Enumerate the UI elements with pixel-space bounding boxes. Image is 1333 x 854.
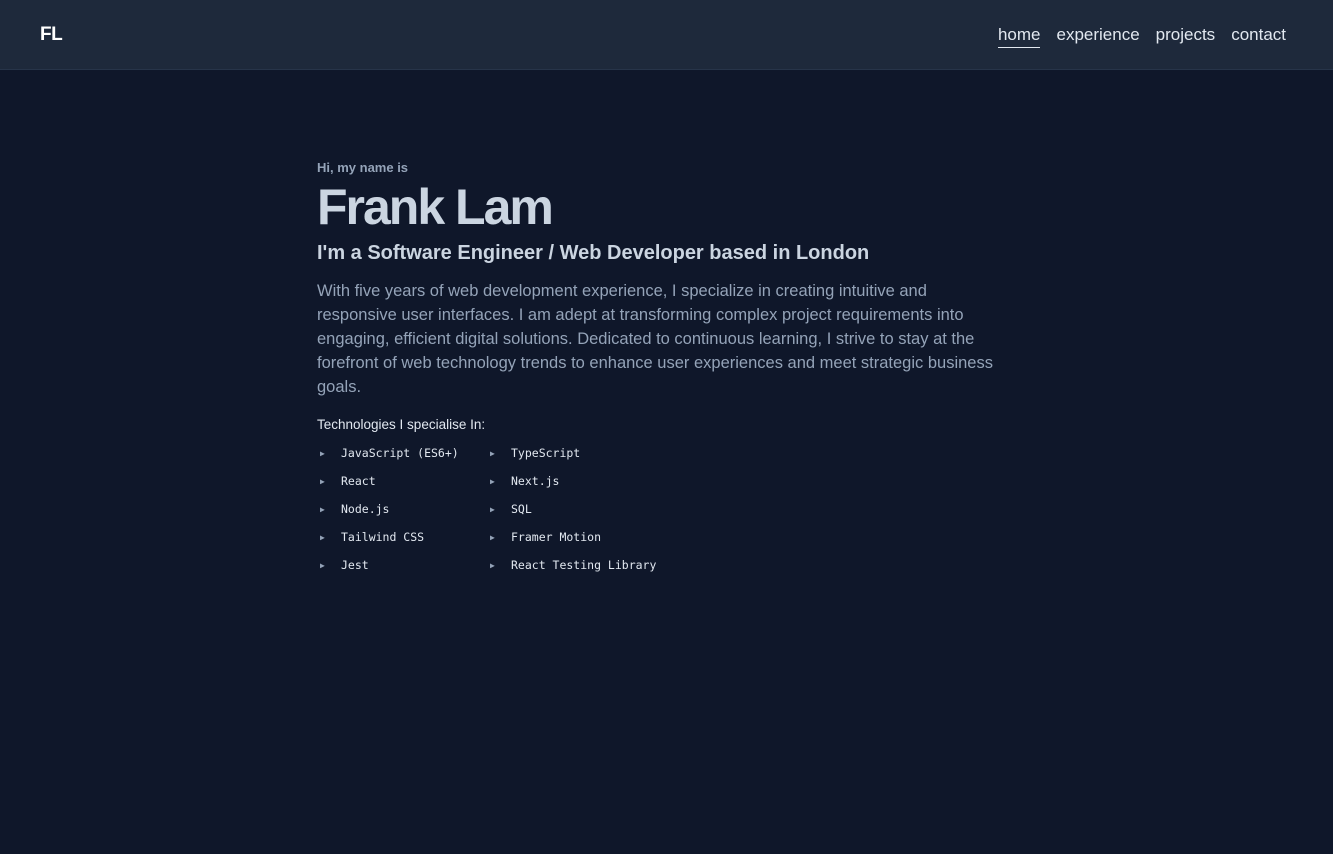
- triangle-right-icon: ▶: [490, 560, 495, 570]
- hero-tagline: I'm a Software Engineer / Web Developer …: [317, 242, 870, 264]
- greeting-text: Hi, my name is: [317, 160, 409, 175]
- nav-home-link[interactable]: home: [997, 25, 1041, 48]
- hero-name: Frank Lam: [317, 179, 554, 235]
- triangle-right-icon: ▶: [490, 532, 495, 542]
- tech-label: React Testing Library: [511, 558, 657, 572]
- triangle-right-icon: ▶: [320, 476, 325, 486]
- triangle-right-icon: ▶: [490, 448, 495, 458]
- tech-item: ▶ JavaScript (ES6+): [317, 444, 487, 462]
- hero-bio: With five years of web development exper…: [317, 282, 993, 396]
- triangle-right-icon: ▶: [490, 504, 495, 514]
- tech-label: Tailwind CSS: [341, 530, 425, 544]
- tech-item: ▶ React: [317, 472, 487, 490]
- nav-experience-link[interactable]: experience: [1056, 25, 1139, 48]
- nav-projects-link[interactable]: projects: [1156, 25, 1216, 48]
- tech-label: JavaScript (ES6+): [341, 446, 459, 460]
- tech-label: SQL: [511, 502, 532, 516]
- main-nav: home experience projects contact: [997, 25, 1286, 48]
- tech-item: ▶ SQL: [487, 500, 687, 518]
- tech-label: Jest: [341, 558, 369, 572]
- tech-label: Framer Motion: [511, 530, 602, 544]
- tech-item: ▶ Framer Motion: [487, 528, 687, 546]
- technologies-heading: Technologies I specialise In:: [317, 417, 486, 432]
- tech-label: Node.js: [341, 502, 390, 516]
- nav-contact-link[interactable]: contact: [1231, 25, 1286, 48]
- triangle-right-icon: ▶: [320, 504, 325, 514]
- tech-label: Next.js: [511, 474, 560, 488]
- hero-section: Hi, my name is Frank Lam I'm a Software …: [317, 160, 1017, 574]
- top-navbar: FL home experience projects contact: [0, 0, 1333, 70]
- triangle-right-icon: ▶: [320, 448, 325, 458]
- tech-item: ▶ React Testing Library: [487, 556, 687, 574]
- logo[interactable]: FL: [40, 24, 63, 46]
- tech-item: ▶ TypeScript: [487, 444, 687, 462]
- triangle-right-icon: ▶: [320, 532, 325, 542]
- tech-item: ▶ Node.js: [317, 500, 487, 518]
- tech-item: ▶ Next.js: [487, 472, 687, 490]
- tech-item: ▶ Jest: [317, 556, 487, 574]
- tech-label: React: [341, 474, 376, 488]
- tech-item: ▶ Tailwind CSS: [317, 528, 487, 546]
- tech-label: TypeScript: [511, 446, 581, 460]
- technologies-list: ▶ JavaScript (ES6+) ▶ TypeScript ▶ React ▶ N…: [317, 444, 1017, 574]
- triangle-right-icon: ▶: [320, 560, 325, 570]
- triangle-right-icon: ▶: [490, 476, 495, 486]
